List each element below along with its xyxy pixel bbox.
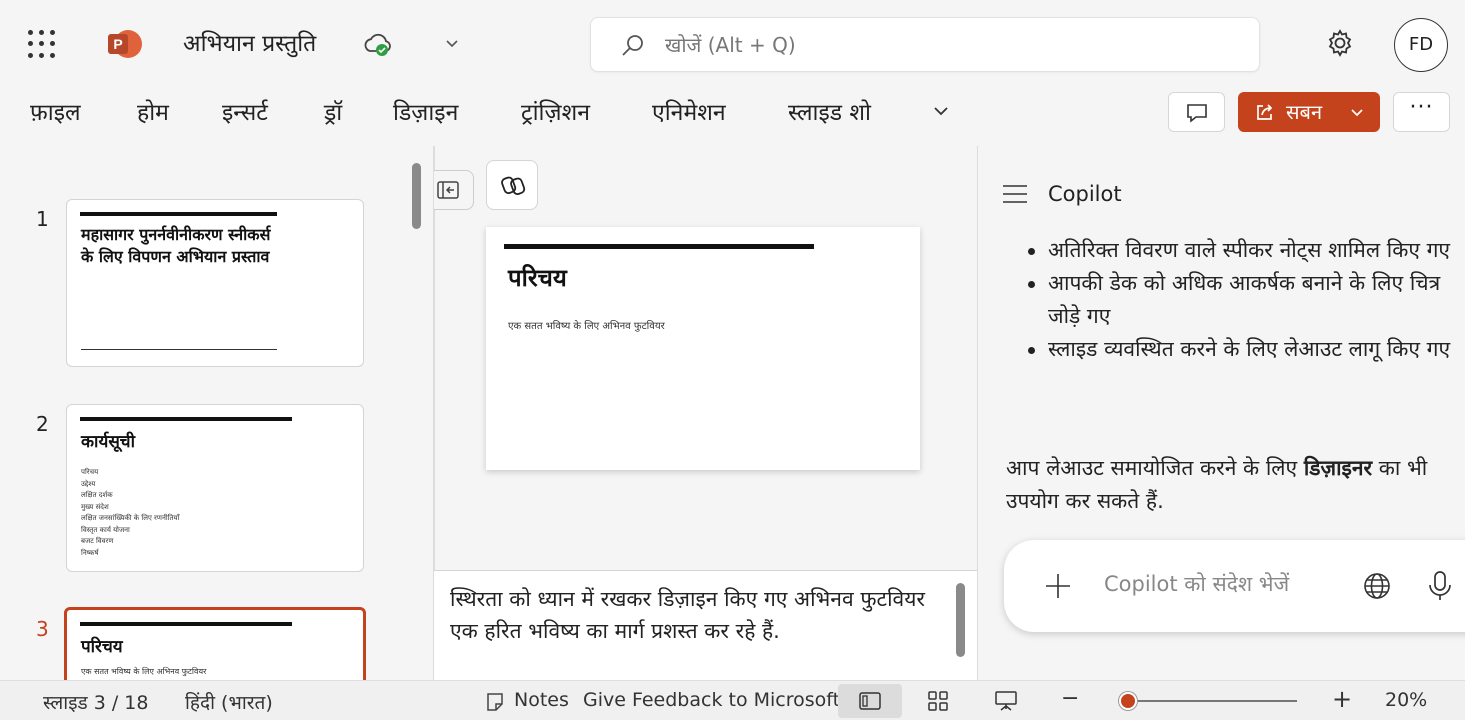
comment-icon [1187,104,1207,123]
zoom-slider-thumb[interactable] [1119,692,1137,710]
title-bar-decoration [80,622,292,626]
agenda-item: लक्षित दर्शक [81,491,113,499]
agenda-item: विस्तृत कार्य योजना [81,525,130,534]
copilot-icon [501,176,526,196]
more-tabs-chevron-icon[interactable] [930,100,952,122]
agenda-item: उद्देश्य [81,479,96,488]
globe-icon[interactable] [1362,571,1392,601]
tab-home[interactable]: होम [137,95,169,127]
powerpoint-logo: P [108,30,142,58]
svg-text:P: P [113,36,122,52]
tab-slideshow[interactable]: स्लाइड शो [788,95,871,127]
zoom-slider[interactable] [1127,700,1297,702]
tab-animations[interactable]: एनिमेशन [652,95,726,127]
zoom-in-button[interactable]: + [1332,685,1352,713]
copilot-input-placeholder: Copilot को संदेश भेजें [1104,572,1290,596]
normal-view-icon [859,692,881,710]
hamburger-icon[interactable] [1002,183,1028,205]
thumbnail-title: कार्यसूची [81,432,136,452]
list-item: अतिरिक्त विवरण वाले स्पीकर नोट्स शामिल क… [1006,234,1465,267]
chevron-down-icon[interactable] [442,33,462,53]
cloud-saved-icon [364,33,391,56]
thumbnail-subtitle: एक सतत भविष्य के लिए अभिनव फुटवियर [81,667,207,676]
tab-draw[interactable]: ड्रॉ [324,95,342,127]
status-bar: स्लाइड 3 / 18 हिंदी (भारत) Notes Give Fe… [0,680,1465,720]
share-label: सबन [1286,100,1323,124]
share-button[interactable]: सबन [1238,92,1380,132]
tab-transitions[interactable]: ट्रांज़िशन [521,95,590,127]
copilot-response-text: आप लेआउट समायोजित करने के लिए डिज़ाइनर क… [1006,452,1446,518]
search-placeholder: खोजें (Alt + Q) [665,33,796,57]
share-icon [1257,104,1273,120]
presenter-icon[interactable] [994,689,1018,713]
language-indicator[interactable]: हिंदी (भारत) [185,689,273,715]
title-bar-decoration [80,212,277,216]
notes-scrollbar[interactable] [956,583,965,657]
agenda-list: परिचय उद्देश्य लक्षित दर्शक मुख्य संदेश … [81,467,281,559]
slide-thumbnail-1[interactable]: महासागर पुनर्नवीनीकरण स्नीकर्स के लिए वि… [66,199,364,367]
document-title[interactable]: अभियान प्रस्तुति [183,26,316,58]
slide-counter: स्लाइड 3 / 18 [43,692,149,714]
copilot-response-list: अतिरिक्त विवरण वाले स्पीकर नोट्स शामिल क… [1006,234,1465,366]
tab-file[interactable]: फ़ाइल [30,95,81,127]
notes-toggle[interactable]: Notes [514,689,569,711]
slide-title[interactable]: परिचय [508,261,567,294]
thumbnail-scrollbar[interactable] [412,163,421,229]
agenda-item: निष्कर्ष [81,548,99,557]
comments-button[interactable] [1168,92,1225,132]
agenda-item: लक्षित जनसांख्यिकी के लिए रणनीतियाँ [81,514,180,522]
copilot-title: Copilot [1048,182,1122,206]
slide-thumbnail-2[interactable]: कार्यसूची परिचय उद्देश्य लक्षित दर्शक मु… [66,404,364,572]
search-icon [622,35,643,56]
notes-icon [487,693,503,711]
user-avatar[interactable]: FD [1394,18,1448,72]
copilot-button[interactable] [486,160,538,210]
slide-subtitle[interactable]: एक सतत भविष्य के लिए अभिनव फुटवियर [508,318,665,332]
collapse-thumbnails-button[interactable] [434,170,474,210]
slide-number: 2 [36,412,49,436]
normal-view-button[interactable] [838,684,902,718]
title-bar-decoration [504,244,814,249]
chevron-down-icon [1351,109,1363,117]
title-bar-decoration [80,417,292,421]
tab-design[interactable]: डिज़ाइन [393,95,458,127]
divider [81,349,277,350]
gear-icon[interactable] [1325,28,1355,58]
slide-sorter-icon[interactable] [927,690,949,712]
thumbnail-title: परिचय [81,637,123,657]
app-launcher-icon[interactable] [28,30,56,58]
more-options-button[interactable]: ··· [1393,92,1450,132]
list-item: स्लाइड व्यवस्थित करने के लिए लेआउट लागू … [1006,333,1465,366]
list-item: आपकी डेक को अधिक आकर्षक बनाने के लिए चित… [1006,267,1465,333]
speaker-notes-pane[interactable]: स्थिरता को ध्यान में रखकर डिज़ाइन किए गए… [434,570,978,680]
search-box[interactable]: खोजें (Alt + Q) [590,17,1260,72]
slide-number-selected: 3 [36,617,49,641]
response-text: आप लेआउट समायोजित करने के लिए [1006,456,1304,480]
thumbnail-title: महासागर पुनर्नवीनीकरण स्नीकर्स के लिए वि… [81,225,271,266]
speaker-notes-text[interactable]: स्थिरता को ध्यान में रखकर डिज़ाइन किए गए… [450,583,950,647]
collapse-pane-icon [437,181,459,199]
slide-number: 1 [36,207,49,231]
designer-link[interactable]: डिज़ाइनर [1304,456,1372,480]
copilot-message-input[interactable]: Copilot को संदेश भेजें [1004,540,1465,632]
agenda-item: बजट विवरण [81,537,114,545]
agenda-item: परिचय [81,468,99,476]
plus-icon[interactable] [1044,572,1072,600]
tab-insert[interactable]: इन्सर्ट [222,95,268,127]
microphone-icon[interactable] [1427,570,1453,602]
zoom-level[interactable]: 20% [1385,689,1427,711]
give-feedback-link[interactable]: Give Feedback to Microsoft [583,689,840,711]
slide-canvas[interactable]: परिचय एक सतत भविष्य के लिए अभिनव फुटवियर [486,227,920,470]
zoom-out-button[interactable]: − [1061,686,1079,711]
pane-divider [977,146,978,680]
agenda-item: मुख्य संदेश [81,502,109,511]
